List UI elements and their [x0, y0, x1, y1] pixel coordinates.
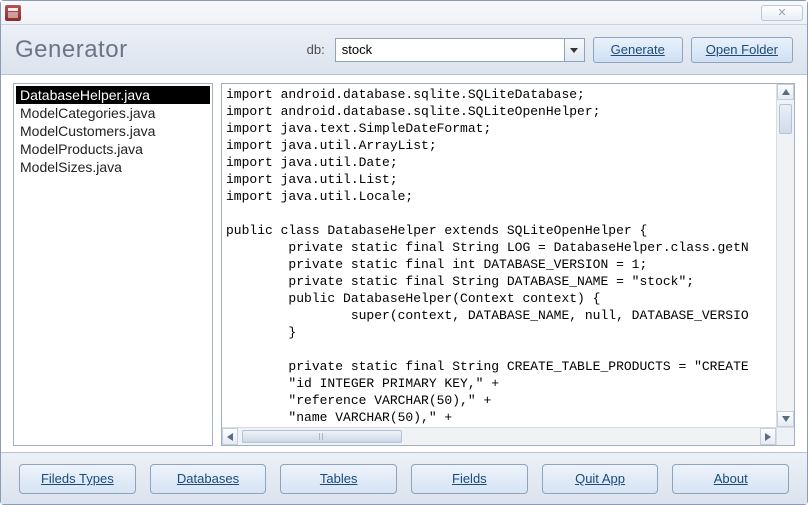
triangle-left-icon	[226, 433, 234, 441]
file-list-item[interactable]: DatabaseHelper.java	[16, 86, 210, 104]
db-dropdown-button[interactable]	[564, 39, 584, 61]
db-label: db:	[307, 42, 325, 57]
scroll-down-button[interactable]	[777, 411, 794, 427]
fields-button[interactable]: Fields	[411, 464, 528, 494]
header-bar: Generator db: Generate Open Folder	[1, 25, 807, 75]
db-input[interactable]	[336, 39, 564, 61]
main-body: DatabaseHelper.javaModelCategories.javaM…	[1, 75, 807, 452]
chevron-down-icon	[570, 46, 578, 54]
triangle-up-icon	[782, 88, 790, 96]
file-list-item[interactable]: ModelSizes.java	[16, 158, 210, 176]
titlebar: ✕	[1, 1, 807, 25]
file-list[interactable]: DatabaseHelper.javaModelCategories.javaM…	[13, 83, 213, 446]
horizontal-scroll-thumb[interactable]	[242, 430, 402, 443]
vertical-scroll-thumb[interactable]	[779, 104, 792, 134]
db-combobox[interactable]	[335, 38, 585, 62]
about-button[interactable]: About	[672, 464, 789, 494]
scroll-up-button[interactable]	[777, 84, 794, 100]
open-folder-button[interactable]: Open Folder	[691, 37, 793, 63]
tables-button[interactable]: Tables	[280, 464, 397, 494]
scroll-left-button[interactable]	[222, 428, 238, 445]
horizontal-scrollbar[interactable]	[222, 427, 776, 445]
app-window: ✕ Generator db: Generate Open Folder Dat…	[0, 0, 808, 505]
file-list-item[interactable]: ModelProducts.java	[16, 140, 210, 158]
footer-bar: Fileds Types Databases Tables Fields Quit Ap…	[1, 452, 807, 504]
file-list-item[interactable]: ModelCustomers.java	[16, 122, 210, 140]
scroll-right-button[interactable]	[760, 428, 776, 445]
scroll-corner	[776, 427, 794, 445]
file-list-item[interactable]: ModelCategories.java	[16, 104, 210, 122]
databases-button[interactable]: Databases	[150, 464, 267, 494]
quit-app-button[interactable]: Quit App	[542, 464, 659, 494]
code-panel: import android.database.sqlite.SQLiteDat…	[221, 83, 795, 446]
vertical-scrollbar[interactable]	[776, 84, 794, 427]
app-icon	[5, 5, 21, 21]
code-text[interactable]: import android.database.sqlite.SQLiteDat…	[222, 84, 776, 427]
close-icon: ✕	[777, 6, 786, 19]
triangle-right-icon	[764, 433, 772, 441]
window-close-button[interactable]: ✕	[761, 5, 803, 21]
fields-types-button[interactable]: Fileds Types	[19, 464, 136, 494]
triangle-down-icon	[782, 415, 790, 423]
generate-button[interactable]: Generate	[593, 37, 683, 63]
page-title: Generator	[15, 36, 128, 64]
